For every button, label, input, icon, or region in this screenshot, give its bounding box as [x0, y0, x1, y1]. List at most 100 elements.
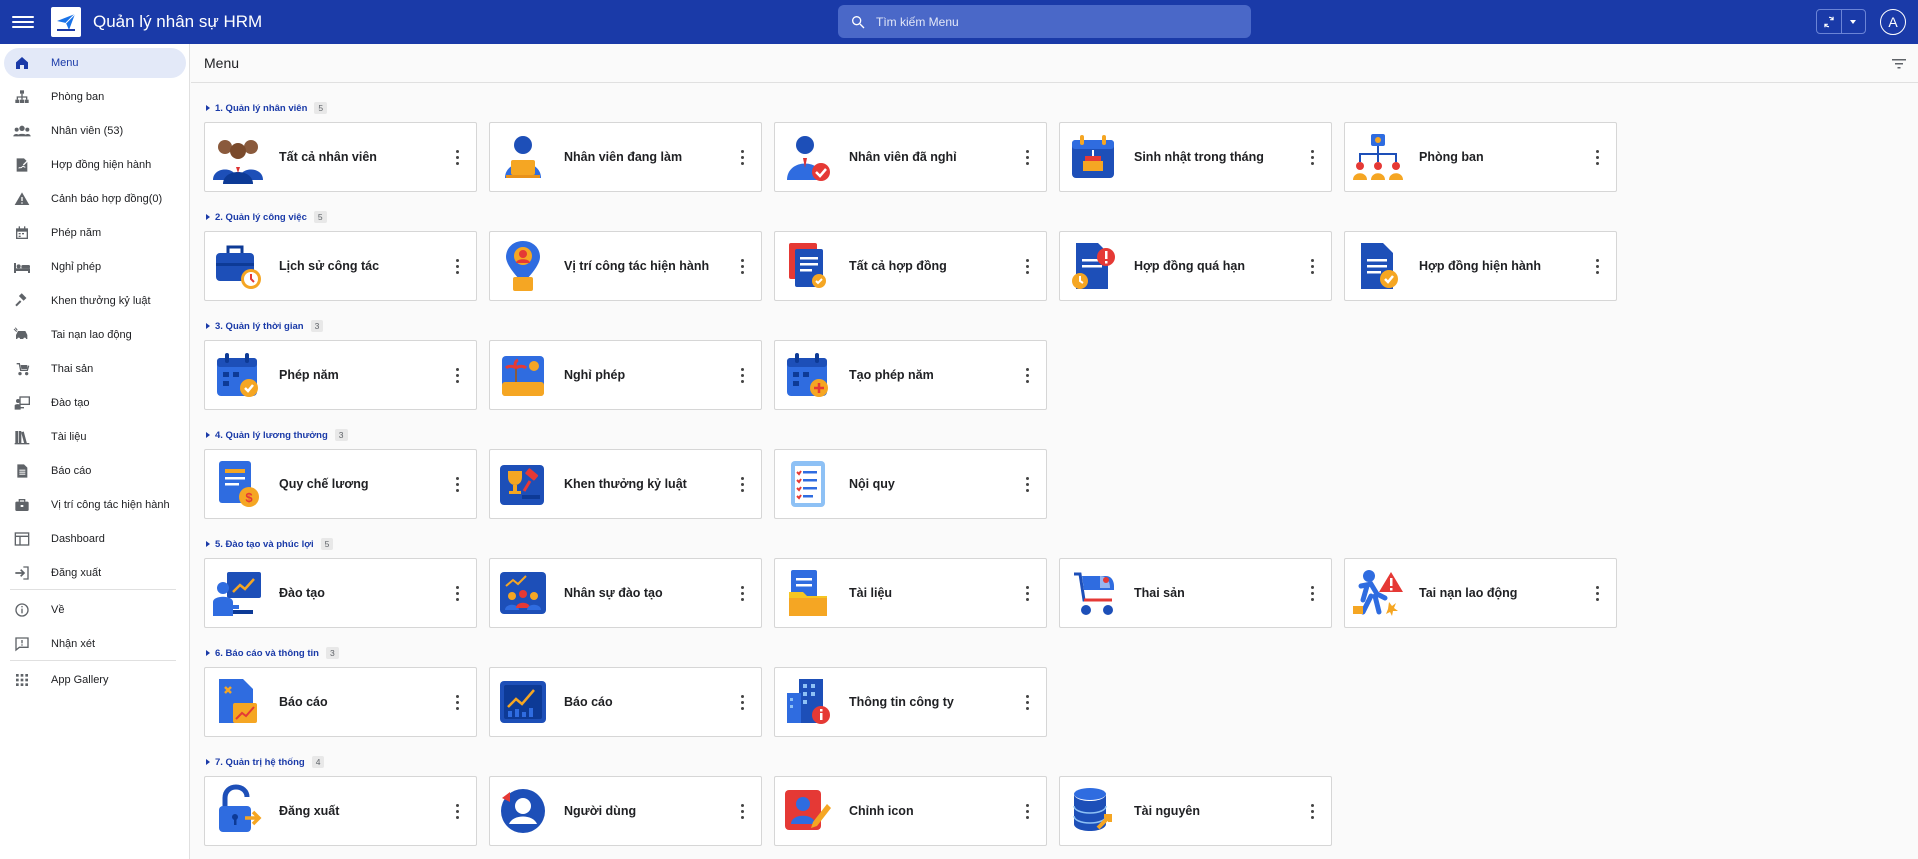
sidebar-item-dashboard[interactable]: Dashboard: [4, 524, 186, 554]
card-phong-ban[interactable]: Phòng ban: [1344, 122, 1617, 192]
sidebar-item-thai-san[interactable]: Thai sản: [4, 354, 186, 384]
sidebar-item-label: Menu: [51, 57, 79, 69]
more-vert-icon[interactable]: [456, 259, 460, 274]
more-vert-icon[interactable]: [456, 586, 460, 601]
section-header-quan-ly-nhan-vien[interactable]: 1. Quản lý nhân viên 5: [206, 101, 328, 115]
sidebar-item-app-gallery[interactable]: App Gallery: [4, 665, 186, 695]
card-chinh-icon[interactable]: Chỉnh icon: [774, 776, 1047, 846]
sidebar-item-phep-nam[interactable]: Phép năm: [4, 218, 186, 248]
more-vert-icon[interactable]: [1026, 368, 1030, 383]
more-vert-icon[interactable]: [1311, 259, 1315, 274]
card-nhan-vien-da-nghi[interactable]: Nhân viên đã nghỉ: [774, 122, 1047, 192]
more-vert-icon[interactable]: [1026, 150, 1030, 165]
section-header-quan-ly-luong-thuong[interactable]: 4. Quản lý lương thưởng 3: [206, 428, 348, 442]
sidebar-item-dang-xuat[interactable]: Đăng xuất: [4, 558, 186, 588]
card-dang-xuat[interactable]: Đăng xuất: [204, 776, 477, 846]
caret-down-icon: [1850, 19, 1857, 24]
more-vert-icon[interactable]: [741, 150, 745, 165]
filter-icon[interactable]: [1892, 58, 1906, 70]
more-vert-icon[interactable]: [1026, 586, 1030, 601]
card-sinh-nhat-trong-thang[interactable]: Sinh nhật trong tháng: [1059, 122, 1332, 192]
apps-grid-icon: [12, 670, 32, 690]
more-vert-icon[interactable]: [456, 150, 460, 165]
card-bao-cao-2[interactable]: Báo cáo: [489, 667, 762, 737]
sidebar-item-nhan-vien[interactable]: Nhân viên (53): [4, 116, 186, 146]
card-thai-san[interactable]: Thai sản: [1059, 558, 1332, 628]
sync-button[interactable]: [1817, 10, 1842, 33]
more-vert-icon[interactable]: [741, 804, 745, 819]
more-vert-icon[interactable]: [741, 259, 745, 274]
card-bao-cao[interactable]: Báo cáo: [204, 667, 477, 737]
card-quy-che-luong[interactable]: $ Quy chế lương: [204, 449, 477, 519]
sync-dropdown-button[interactable]: [1842, 10, 1866, 33]
card-nhan-su-dao-tao[interactable]: Nhân sự đào tạo: [489, 558, 762, 628]
sidebar-item-canh-bao-hop-dong[interactable]: Cảnh báo hợp đồng(0): [4, 184, 186, 214]
card-hop-dong-hien-hanh[interactable]: Hợp đồng hiện hành: [1344, 231, 1617, 301]
stroller-icon: [12, 359, 32, 379]
section-header-quan-ly-thoi-gian[interactable]: 3. Quản lý thời gian 3: [206, 319, 324, 333]
sidebar-item-phong-ban[interactable]: Phòng ban: [4, 82, 186, 112]
sidebar-item-vi-tri-cong-tac[interactable]: Vị trí công tác hiện hành: [4, 490, 186, 520]
sidebar-divider: [10, 660, 176, 661]
card-phep-nam[interactable]: Phép năm: [204, 340, 477, 410]
menu-icon[interactable]: [12, 16, 34, 28]
more-vert-icon[interactable]: [1026, 477, 1030, 492]
more-vert-icon[interactable]: [1596, 150, 1600, 165]
sidebar-item-bao-cao[interactable]: Báo cáo: [4, 456, 186, 486]
card-lich-su-cong-tac[interactable]: Lịch sử công tác: [204, 231, 477, 301]
card-tao-phep-nam[interactable]: Tạo phép năm: [774, 340, 1047, 410]
more-vert-icon[interactable]: [1026, 259, 1030, 274]
card-tai-nguyen[interactable]: Tài nguyên: [1059, 776, 1332, 846]
user-avatar[interactable]: A: [1880, 9, 1906, 35]
card-dao-tao[interactable]: Đào tạo: [204, 558, 477, 628]
more-vert-icon[interactable]: [456, 804, 460, 819]
more-vert-icon[interactable]: [1311, 150, 1315, 165]
more-vert-icon[interactable]: [1026, 804, 1030, 819]
more-vert-icon[interactable]: [741, 368, 745, 383]
card-label: Hợp đồng quá hạn: [1134, 259, 1245, 273]
more-vert-icon[interactable]: [456, 477, 460, 492]
more-vert-icon[interactable]: [1311, 804, 1315, 819]
sidebar-item-tai-lieu[interactable]: Tài liệu: [4, 422, 186, 452]
search-box[interactable]: [838, 5, 1251, 38]
more-vert-icon[interactable]: [741, 477, 745, 492]
expand-arrow-icon: [206, 323, 210, 329]
more-vert-icon[interactable]: [1596, 259, 1600, 274]
sidebar-item-tai-nan-lao-dong[interactable]: Tai nạn lao động: [4, 320, 186, 350]
sidebar-item-nghi-phep[interactable]: Nghỉ phép: [4, 252, 186, 282]
card-noi-quy[interactable]: Nội quy: [774, 449, 1047, 519]
card-nguoi-dung[interactable]: Người dùng: [489, 776, 762, 846]
sidebar-item-nhan-xet[interactable]: Nhận xét: [4, 629, 186, 659]
section-header-quan-tri-he-thong[interactable]: 7. Quản trị hệ thống 4: [206, 755, 325, 769]
more-vert-icon[interactable]: [456, 695, 460, 710]
card-thong-tin-cong-ty[interactable]: Thông tin công ty: [774, 667, 1047, 737]
more-vert-icon[interactable]: [1311, 586, 1315, 601]
card-tat-ca-hop-dong[interactable]: Tất cả hợp đồng: [774, 231, 1047, 301]
card-tai-nan-lao-dong[interactable]: Tai nạn lao động: [1344, 558, 1617, 628]
sidebar-item-hop-dong-hien-hanh[interactable]: Hợp đồng hiện hành: [4, 150, 186, 180]
card-nhan-vien-dang-lam[interactable]: Nhân viên đang làm: [489, 122, 762, 192]
more-vert-icon[interactable]: [456, 368, 460, 383]
more-vert-icon[interactable]: [1026, 695, 1030, 710]
sidebar-item-menu[interactable]: Menu: [4, 48, 186, 78]
search-input[interactable]: [876, 14, 1216, 29]
card-khen-thuong-ky-luat[interactable]: Khen thưởng kỷ luật: [489, 449, 762, 519]
sidebar-item-ve[interactable]: Về: [4, 595, 186, 625]
card-tat-ca-nhan-vien[interactable]: Tất cả nhân viên: [204, 122, 477, 192]
sidebar-item-dao-tao[interactable]: Đào tạo: [4, 388, 186, 418]
more-vert-icon[interactable]: [741, 695, 745, 710]
card-nghi-phep[interactable]: Nghỉ phép: [489, 340, 762, 410]
card-label: Hợp đồng hiện hành: [1419, 259, 1542, 273]
section-header-dao-tao-va-phuc-loi[interactable]: 5. Đào tạo và phúc lợi 5: [206, 537, 334, 551]
card-tai-lieu[interactable]: Tài liệu: [774, 558, 1047, 628]
section-header-bao-cao-va-thong-tin[interactable]: 6. Báo cáo và thông tin 3: [206, 646, 339, 660]
more-vert-icon[interactable]: [741, 586, 745, 601]
card-hop-dong-qua-han[interactable]: Hợp đồng quá hạn: [1059, 231, 1332, 301]
card-vi-tri-cong-tac-hien-hanh[interactable]: Vị trí công tác hiện hành: [489, 231, 762, 301]
more-vert-icon[interactable]: [1596, 586, 1600, 601]
section-header-quan-ly-cong-viec[interactable]: 2. Quản lý công việc 5: [206, 210, 327, 224]
sidebar-item-khen-thuong-ky-luat[interactable]: Khen thưởng kỷ luật: [4, 286, 186, 316]
document-check-icon: [1351, 239, 1405, 293]
briefcase-icon: [12, 495, 32, 515]
baby-stroller-icon: [1066, 566, 1120, 620]
